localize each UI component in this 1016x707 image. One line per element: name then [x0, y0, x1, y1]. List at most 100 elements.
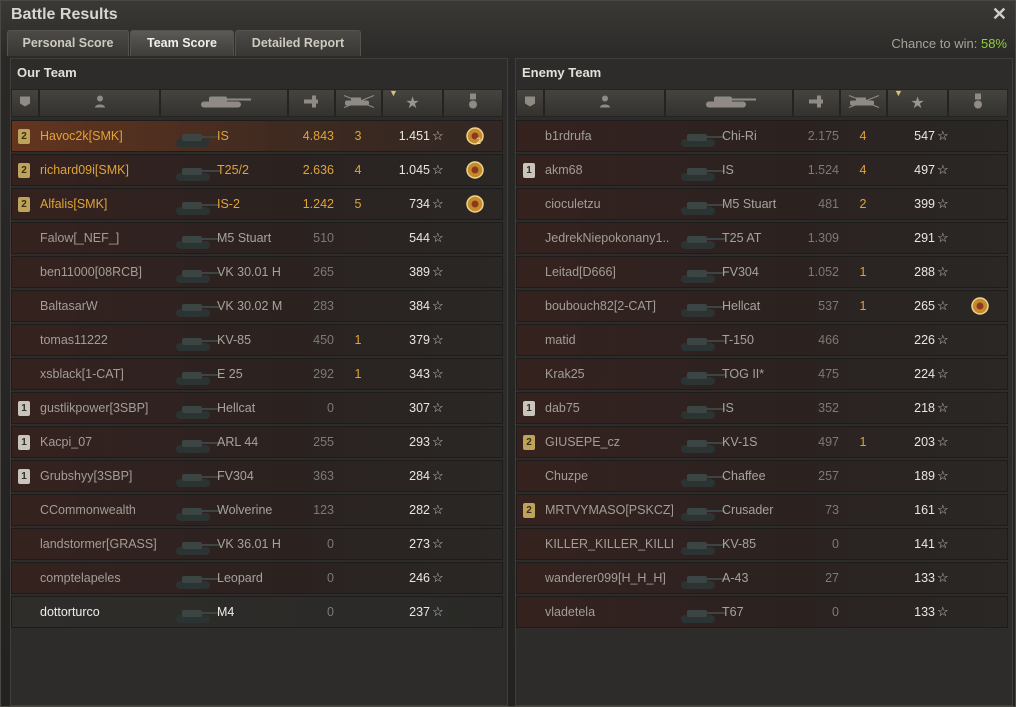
- close-icon[interactable]: ✕: [992, 4, 1007, 25]
- our-col-medal[interactable]: [443, 89, 503, 117]
- enemy-col-kills[interactable]: [840, 89, 887, 117]
- table-row[interactable]: Chuzpe Chaffee 257 189 ☆: [516, 460, 1008, 492]
- player-name[interactable]: Alfalis[SMK]: [40, 197, 168, 211]
- player-name[interactable]: JedrekNiepokonany1..: [545, 231, 673, 245]
- player-name[interactable]: dottorturco: [40, 605, 168, 619]
- star-icon: ☆: [937, 468, 949, 483]
- our-col-vehicle[interactable]: [160, 89, 288, 117]
- enemy-col-squad[interactable]: [516, 89, 544, 117]
- table-row[interactable]: JedrekNiepokonany1.. T25 AT 1.309 291 ☆: [516, 222, 1008, 254]
- table-row[interactable]: KILLER_KILLER_KILLE.. KV-85 0 141 ☆: [516, 528, 1008, 560]
- player-name[interactable]: Grubshyy[3SBP]: [40, 469, 168, 483]
- medal-icon[interactable]: [969, 295, 991, 317]
- player-name[interactable]: vladetela: [545, 605, 673, 619]
- our-col-squad[interactable]: [11, 89, 39, 117]
- table-row[interactable]: 2 richard09i[SMK] T25/2 2.636 4 1.045 ☆: [11, 154, 503, 186]
- table-row[interactable]: Leitad[D666] FV304 1.052 1 288 ☆: [516, 256, 1008, 288]
- xp-value: 291: [914, 231, 935, 245]
- player-name[interactable]: xsblack[1-CAT]: [40, 367, 168, 381]
- player-name[interactable]: ben11000[08RCB]: [40, 265, 168, 279]
- tank-icon: [170, 465, 222, 489]
- our-col-kills[interactable]: [335, 89, 382, 117]
- player-name[interactable]: Kacpi_07: [40, 435, 168, 449]
- table-row[interactable]: vladetela T67 0 133 ☆: [516, 596, 1008, 628]
- player-name[interactable]: Chuzpe: [545, 469, 673, 483]
- table-row[interactable]: BaltasarW VK 30.02 M 283 384 ☆: [11, 290, 503, 322]
- player-name[interactable]: Leitad[D666]: [545, 265, 673, 279]
- player-name[interactable]: matid: [545, 333, 673, 347]
- table-row[interactable]: ben11000[08RCB] VK 30.01 H 265 389 ☆: [11, 256, 503, 288]
- enemy-col-medal[interactable]: [948, 89, 1008, 117]
- our-col-damage[interactable]: [288, 89, 335, 117]
- tab-team-score[interactable]: Team Score: [130, 30, 234, 56]
- player-name[interactable]: GIUSEPE_cz: [545, 435, 673, 449]
- table-row[interactable]: Krak25 TOG II* 475 224 ☆: [516, 358, 1008, 390]
- table-row[interactable]: 2 MRTVYMASO[PSKCZ] Crusader 73 161 ☆: [516, 494, 1008, 526]
- table-row[interactable]: landstormer[GRASS] VK 36.01 H 0 273 ☆: [11, 528, 503, 560]
- tank-icon: [675, 499, 727, 523]
- player-name[interactable]: BaltasarW: [40, 299, 168, 313]
- medal-icon[interactable]: [464, 159, 486, 181]
- table-row[interactable]: wanderer099[H_H_H] A-43 27 133 ☆: [516, 562, 1008, 594]
- tab-detailed-report[interactable]: Detailed Report: [235, 30, 361, 56]
- table-row[interactable]: 1 Kacpi_07 ARL 44 255 293 ☆: [11, 426, 503, 458]
- enemy-col-vehicle[interactable]: [665, 89, 793, 117]
- table-row[interactable]: b1rdrufa Chi-Ri 2.175 4 547 ☆: [516, 120, 1008, 152]
- xp-star-icon: ★: [405, 95, 420, 112]
- table-row[interactable]: matid T-150 466 226 ☆: [516, 324, 1008, 356]
- tab-personal-score[interactable]: Personal Score: [7, 30, 129, 56]
- table-row[interactable]: 2 GIUSEPE_cz KV-1S 497 1 203 ☆: [516, 426, 1008, 458]
- player-name[interactable]: akm68: [545, 163, 673, 177]
- table-row[interactable]: 1 gustlikpower[3SBP] Hellcat 0 307 ☆: [11, 392, 503, 424]
- medal-icon[interactable]: [464, 125, 486, 147]
- player-name[interactable]: dab75: [545, 401, 673, 415]
- vehicle-name: Chaffee: [722, 469, 766, 483]
- player-name[interactable]: gustlikpower[3SBP]: [40, 401, 168, 415]
- player-name[interactable]: Havoc2k[SMK]: [40, 129, 168, 143]
- player-name[interactable]: cioculetzu: [545, 197, 673, 211]
- enemy-col-damage[interactable]: [793, 89, 840, 117]
- our-col-xp-star[interactable]: ★ ▼: [382, 88, 443, 117]
- vehicle-name: VK 30.02 M: [217, 299, 283, 313]
- medal-icon[interactable]: [464, 193, 486, 215]
- kills-value: 1: [859, 435, 867, 449]
- table-row[interactable]: 1 akm68 IS 1.524 4 497 ☆: [516, 154, 1008, 186]
- player-name[interactable]: comptelapeles: [40, 571, 168, 585]
- table-row[interactable]: 1 dab75 IS 352 218 ☆: [516, 392, 1008, 424]
- player-name[interactable]: tomas11222: [40, 333, 168, 347]
- vehicle-name: Leopard: [217, 571, 263, 585]
- player-name[interactable]: wanderer099[H_H_H]: [545, 571, 673, 585]
- kills-value: 1: [859, 299, 867, 313]
- player-name[interactable]: Krak25: [545, 367, 673, 381]
- table-row[interactable]: boubouch82[2-CAT] Hellcat 537 1 265 ☆: [516, 290, 1008, 322]
- table-row[interactable]: cioculetzu M5 Stuart 481 2 399 ☆: [516, 188, 1008, 220]
- damage-value: 0: [832, 537, 839, 551]
- vehicle-name: Wolverine: [217, 503, 273, 517]
- player-name[interactable]: MRTVYMASO[PSKCZ]: [545, 503, 673, 517]
- player-name[interactable]: richard09i[SMK]: [40, 163, 168, 177]
- xp-value: 282: [409, 503, 430, 517]
- enemy-col-player[interactable]: [544, 89, 665, 117]
- enemy-col-xp-star[interactable]: ★ ▼: [887, 88, 948, 117]
- player-name[interactable]: b1rdrufa: [545, 129, 673, 143]
- player-name[interactable]: CCommonwealth: [40, 503, 168, 517]
- player-name[interactable]: KILLER_KILLER_KILLE..: [545, 537, 673, 551]
- table-row[interactable]: comptelapeles Leopard 0 246 ☆: [11, 562, 503, 594]
- table-row[interactable]: 2 Alfalis[SMK] IS-2 1.242 5 734 ☆: [11, 188, 503, 220]
- table-row[interactable]: 2 Havoc2k[SMK] IS 4.843 3 1.451 ☆ 2: [11, 120, 503, 152]
- player-name[interactable]: boubouch82[2-CAT]: [545, 299, 673, 313]
- table-row[interactable]: CCommonwealth Wolverine 123 282 ☆: [11, 494, 503, 526]
- table-row[interactable]: tomas11222 KV-85 450 1 379 ☆: [11, 324, 503, 356]
- table-row[interactable]: 1 Grubshyy[3SBP] FV304 363 284 ☆: [11, 460, 503, 492]
- star-icon: ☆: [432, 264, 444, 279]
- table-row[interactable]: dottorturco M4 0 237 ☆: [11, 596, 503, 628]
- our-col-player[interactable]: [39, 89, 160, 117]
- title-bar: Battle Results ✕: [1, 1, 1015, 29]
- player-name[interactable]: landstormer[GRASS]: [40, 537, 168, 551]
- xp-value: 224: [914, 367, 935, 381]
- battle-results-window: Battle Results ✕ Personal Score Team Sco…: [0, 0, 1016, 707]
- player-name[interactable]: Falow[_NEF_]: [40, 231, 168, 245]
- table-row[interactable]: Falow[_NEF_] M5 Stuart 510 544 ☆: [11, 222, 503, 254]
- table-row[interactable]: xsblack[1-CAT] E 25 292 1 343 ☆: [11, 358, 503, 390]
- damage-value: 466: [818, 333, 839, 347]
